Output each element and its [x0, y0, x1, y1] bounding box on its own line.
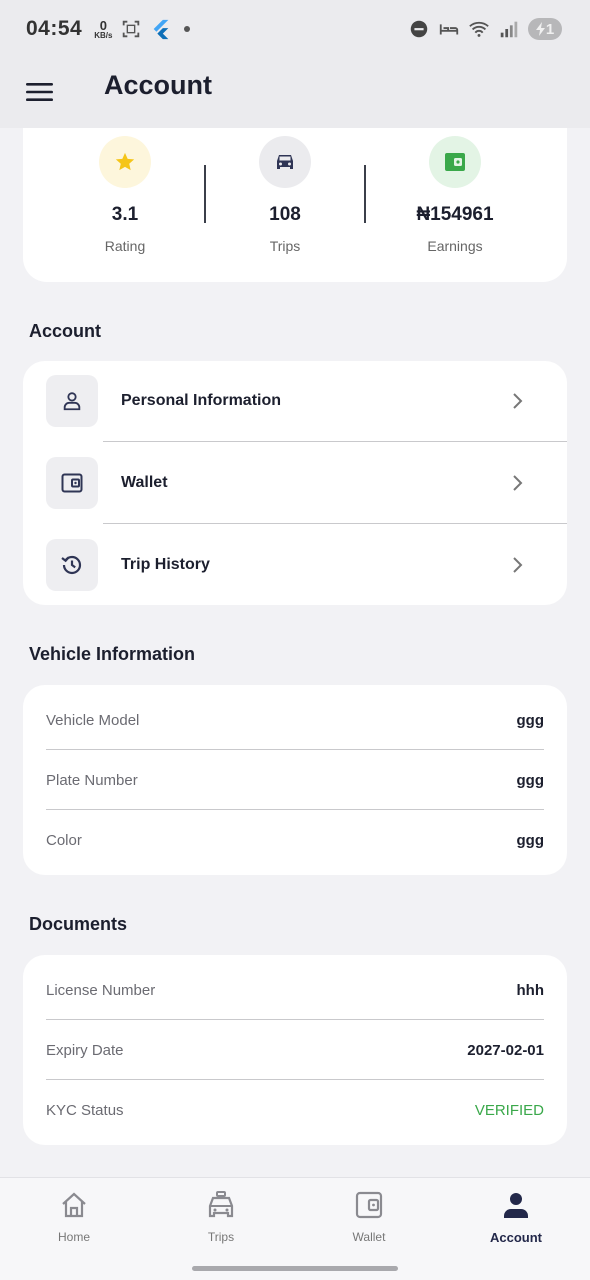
nav-label: Home	[57, 1230, 90, 1244]
earnings-label: Earnings	[427, 238, 483, 254]
menu-item-wallet[interactable]: Wallet	[23, 443, 567, 523]
home-icon	[62, 1192, 86, 1218]
kyc-status-badge: VERIFIED	[474, 1102, 544, 1119]
color-row: Color ggg	[46, 805, 544, 865]
menu-divider	[103, 441, 567, 442]
earnings-value: ₦154961	[416, 204, 494, 225]
vehicle-model-row: Vehicle Model ggg	[46, 685, 544, 745]
chevron-right-icon	[513, 475, 523, 491]
nav-account[interactable]: Account	[456, 1190, 576, 1260]
menu-item-personal-information[interactable]: Personal Information	[23, 361, 567, 441]
status-bar: 04:54 0 KB/s 1	[0, 0, 590, 58]
app-bar: Account	[0, 58, 590, 128]
nav-wallet[interactable]: Wallet	[309, 1190, 429, 1260]
wallet-icon	[445, 153, 465, 171]
menu-item-label: Personal Information	[121, 392, 282, 409]
trips-value: 108	[269, 204, 301, 225]
wallet-icon-box	[46, 457, 98, 509]
flutter-icon	[154, 19, 169, 40]
documents-card: License Number hhh Expiry Date 2027-02-0…	[23, 955, 567, 1145]
info-value: ggg	[516, 712, 545, 729]
expiry-date-row: Expiry Date 2027-02-01	[46, 1015, 544, 1075]
stat-rating: 3.1 Rating	[50, 136, 200, 254]
menu-item-label: Trip History	[121, 556, 210, 573]
chevron-right-icon	[513, 557, 523, 573]
nav-label: Trips	[207, 1230, 235, 1244]
trips-label: Trips	[269, 238, 301, 254]
person-icon	[63, 392, 81, 411]
person-icon-box	[46, 375, 98, 427]
clock: 04:54	[26, 17, 83, 40]
home-indicator[interactable]	[192, 1266, 398, 1271]
bottom-navigation: Home Trips Wallet Account	[0, 1177, 590, 1280]
info-value: hhh	[516, 982, 545, 999]
nav-home[interactable]: Home	[14, 1190, 134, 1260]
rating-label: Rating	[104, 238, 146, 254]
charging-icon	[535, 22, 545, 36]
info-key: Plate Number	[46, 772, 138, 789]
history-icon-box	[46, 539, 98, 591]
stat-divider	[204, 165, 206, 223]
menu-divider	[103, 523, 567, 524]
battery-indicator: 1	[528, 18, 562, 40]
stats-card: 3.1 Rating 108 Trips ₦154961 Earnings	[23, 128, 567, 282]
taxi-icon	[208, 1191, 234, 1218]
notification-dot	[184, 26, 191, 32]
signal-icon	[500, 21, 518, 38]
rating-value: 3.1	[111, 204, 139, 225]
wallet-icon	[61, 473, 83, 493]
vehicle-section-title: Vehicle Information	[29, 644, 196, 664]
vehicle-info-card: Vehicle Model ggg Plate Number ggg Color…	[23, 685, 567, 875]
stat-divider	[364, 165, 366, 223]
wallet-icon	[355, 1191, 383, 1219]
sleep-mode-icon	[439, 24, 459, 35]
screenshot-icon	[123, 20, 140, 38]
info-key: License Number	[46, 982, 156, 999]
earnings-icon-circle	[429, 136, 481, 188]
menu-item-label: Wallet	[121, 474, 168, 491]
info-key: KYC Status	[46, 1102, 124, 1119]
kyc-status-row: KYC Status VERIFIED	[46, 1075, 544, 1135]
info-key: Expiry Date	[46, 1042, 124, 1059]
info-value: 2027-02-01	[467, 1042, 544, 1059]
wifi-icon	[469, 21, 489, 37]
nav-label: Account	[490, 1230, 542, 1245]
nav-label: Wallet	[352, 1230, 386, 1244]
documents-section-title: Documents	[29, 914, 128, 934]
rating-icon-circle	[99, 136, 151, 188]
info-key: Color	[46, 832, 82, 849]
chevron-right-icon	[513, 393, 523, 409]
page-title: Account	[104, 70, 212, 100]
car-icon	[277, 155, 293, 169]
license-number-row: License Number hhh	[46, 955, 544, 1015]
account-section-title: Account	[29, 321, 101, 341]
star-icon	[115, 152, 135, 171]
plate-number-row: Plate Number ggg	[46, 745, 544, 805]
info-value: ggg	[516, 832, 545, 849]
info-key: Vehicle Model	[46, 712, 140, 729]
trips-icon-circle	[259, 136, 311, 188]
hamburger-menu-icon[interactable]	[26, 78, 54, 106]
nav-trips[interactable]: Trips	[161, 1190, 281, 1260]
person-icon	[504, 1193, 528, 1218]
history-icon	[61, 555, 82, 575]
menu-item-trip-history[interactable]: Trip History	[23, 525, 567, 605]
info-value: ggg	[516, 772, 545, 789]
network-speed: 0 KB/s	[94, 17, 113, 40]
stat-earnings: ₦154961 Earnings	[380, 136, 530, 254]
account-menu-card: Personal Information Wallet Trip History	[23, 361, 567, 605]
do-not-disturb-icon	[410, 20, 428, 38]
stat-trips: 108 Trips	[210, 136, 360, 254]
